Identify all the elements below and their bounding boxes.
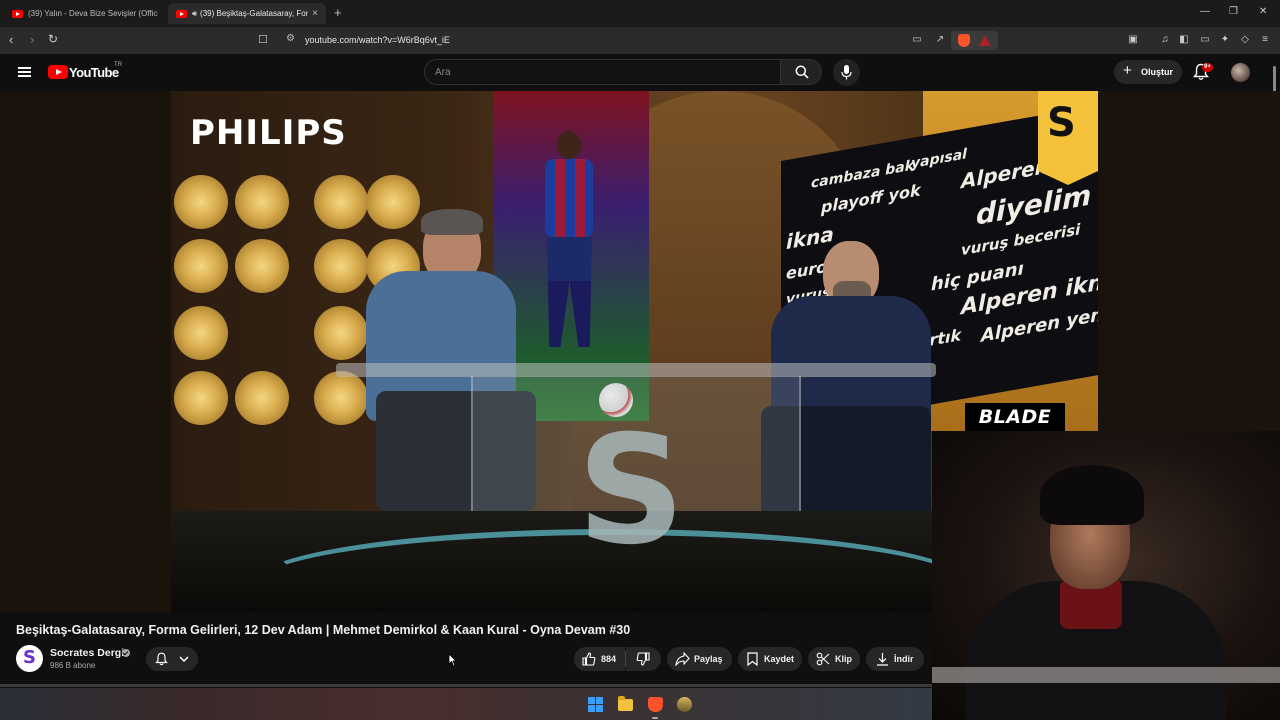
speaker-icon[interactable]: 🔊︎: [192, 9, 197, 19]
like-icon: [582, 652, 596, 666]
download-label: İndir: [894, 654, 914, 664]
notification-badge: 9+: [1202, 63, 1213, 72]
site-settings-icon[interactable]: ⚙: [286, 33, 295, 44]
verified-badge-icon: [122, 649, 130, 657]
mic-icon: [841, 65, 852, 80]
share-icon: [675, 652, 690, 666]
bookmark-icon[interactable]: ☐: [258, 33, 268, 46]
user-avatar[interactable]: [1231, 63, 1250, 82]
table-s-logo: S: [577, 404, 686, 578]
bell-icon: [155, 652, 168, 666]
clip-button[interactable]: Klip: [808, 647, 860, 671]
cast-icon[interactable]: ▭: [911, 34, 923, 46]
leo-ai-icon[interactable]: ✦: [1219, 34, 1231, 46]
mouse-cursor-icon: [448, 653, 457, 667]
new-tab-button[interactable]: +: [334, 5, 342, 20]
url-text[interactable]: youtube.com/watch?v=W6rBq6vt_iE: [305, 35, 450, 45]
download-button[interactable]: İndir: [866, 647, 924, 671]
create-label: Oluştur: [1141, 67, 1174, 77]
reload-icon[interactable]: ↻: [48, 32, 58, 46]
tab-title: (39) Yalın - Deva Bize Sevişler (Officia…: [28, 9, 158, 18]
chevron-down-icon: [179, 656, 189, 663]
brave-browser-icon[interactable]: [648, 697, 663, 712]
active-app-indicator: [652, 717, 658, 719]
save-button[interactable]: Kaydet: [738, 647, 802, 671]
menu-icon[interactable]: ≡: [1259, 34, 1271, 46]
youtube-masthead: YouTube TR + Oluştur 9+: [0, 54, 1280, 91]
dislike-button[interactable]: [626, 647, 661, 671]
save-label: Kaydet: [764, 654, 795, 664]
dislike-icon: [636, 652, 650, 666]
search-input[interactable]: [435, 65, 765, 80]
forward-icon[interactable]: ›: [30, 32, 34, 47]
content-divider: [0, 684, 932, 687]
clip-label: Klip: [835, 654, 852, 664]
vpn-icon[interactable]: ◇: [1239, 34, 1251, 46]
media-icon[interactable]: ♫: [1159, 34, 1171, 46]
browser-toolbar: ‹ › ↻ ☐ ⚙ youtube.com/watch?v=W6rBq6vt_i…: [0, 27, 1280, 54]
close-window-button[interactable]: ✕: [1259, 6, 1267, 17]
wallet-icon[interactable]: ▭: [1199, 34, 1211, 46]
windows-taskbar: [0, 688, 932, 720]
reader-mode-icon[interactable]: ▣: [1127, 34, 1139, 46]
windows-start-icon[interactable]: [588, 697, 603, 712]
close-tab-icon[interactable]: ×: [312, 8, 318, 19]
studio-table: [336, 363, 936, 377]
subscription-bell-button[interactable]: [146, 647, 198, 671]
hamburger-icon[interactable]: [18, 67, 31, 77]
tab-title: (39) Beşiktaş-Galatasaray, Forma Gelirle…: [200, 9, 309, 18]
share-label: Paylaş: [694, 654, 723, 664]
browser-tab-active[interactable]: 🔊︎ (39) Beşiktaş-Galatasaray, Forma Geli…: [168, 3, 326, 24]
subscriber-count: 986 B abone: [50, 661, 96, 670]
scissors-icon: [816, 652, 830, 666]
youtube-favicon-icon: [12, 9, 23, 18]
search-button[interactable]: [780, 59, 822, 85]
youtube-logo-icon[interactable]: [48, 65, 68, 79]
brave-shields-icon[interactable]: [958, 34, 970, 47]
search-icon: [795, 65, 809, 79]
search-box: [424, 59, 781, 85]
channel-watermark: S: [1038, 91, 1098, 185]
download-icon: [877, 653, 888, 666]
miniplayer[interactable]: [932, 431, 1280, 720]
channel-avatar[interactable]: S: [16, 645, 43, 672]
file-explorer-icon[interactable]: [618, 696, 633, 711]
share-button[interactable]: Paylaş: [667, 647, 732, 671]
youtube-favicon-icon: [176, 9, 187, 18]
like-count: 884: [601, 654, 617, 664]
video-title: Beşiktaş-Galatasaray, Forma Gelirleri, 1…: [16, 623, 631, 637]
plus-icon: +: [1123, 62, 1132, 79]
brave-shields-group: [951, 31, 998, 50]
save-icon: [747, 652, 758, 666]
game-launcher-icon[interactable]: [677, 697, 692, 712]
youtube-wordmark[interactable]: YouTube: [69, 65, 119, 80]
voice-search-button[interactable]: [833, 59, 860, 86]
sidebar-icon[interactable]: ◧: [1178, 34, 1190, 46]
restore-button[interactable]: ❐: [1229, 6, 1238, 17]
create-button[interactable]: + Oluştur: [1114, 60, 1182, 84]
channel-name[interactable]: Socrates Dergi: [50, 647, 124, 659]
sponsor-badge: BLADE: [965, 403, 1065, 431]
address-bar[interactable]: ☐ ⚙ youtube.com/watch?v=W6rBq6vt_iE: [250, 31, 1000, 50]
browser-tab[interactable]: (39) Yalın - Deva Bize Sevişler (Officia…: [4, 3, 166, 24]
minimize-button[interactable]: —: [1200, 6, 1210, 17]
browser-tab-strip: (39) Yalın - Deva Bize Sevişler (Officia…: [0, 0, 1280, 27]
country-code: TR: [114, 62, 122, 68]
like-button[interactable]: 884: [574, 647, 625, 671]
footballer-figure: [527, 126, 607, 356]
back-icon[interactable]: ‹: [9, 32, 13, 47]
share-page-icon[interactable]: ↗: [934, 34, 946, 46]
brave-rewards-icon[interactable]: [979, 35, 991, 46]
sponsor-logo: PHILIPS: [190, 113, 347, 153]
